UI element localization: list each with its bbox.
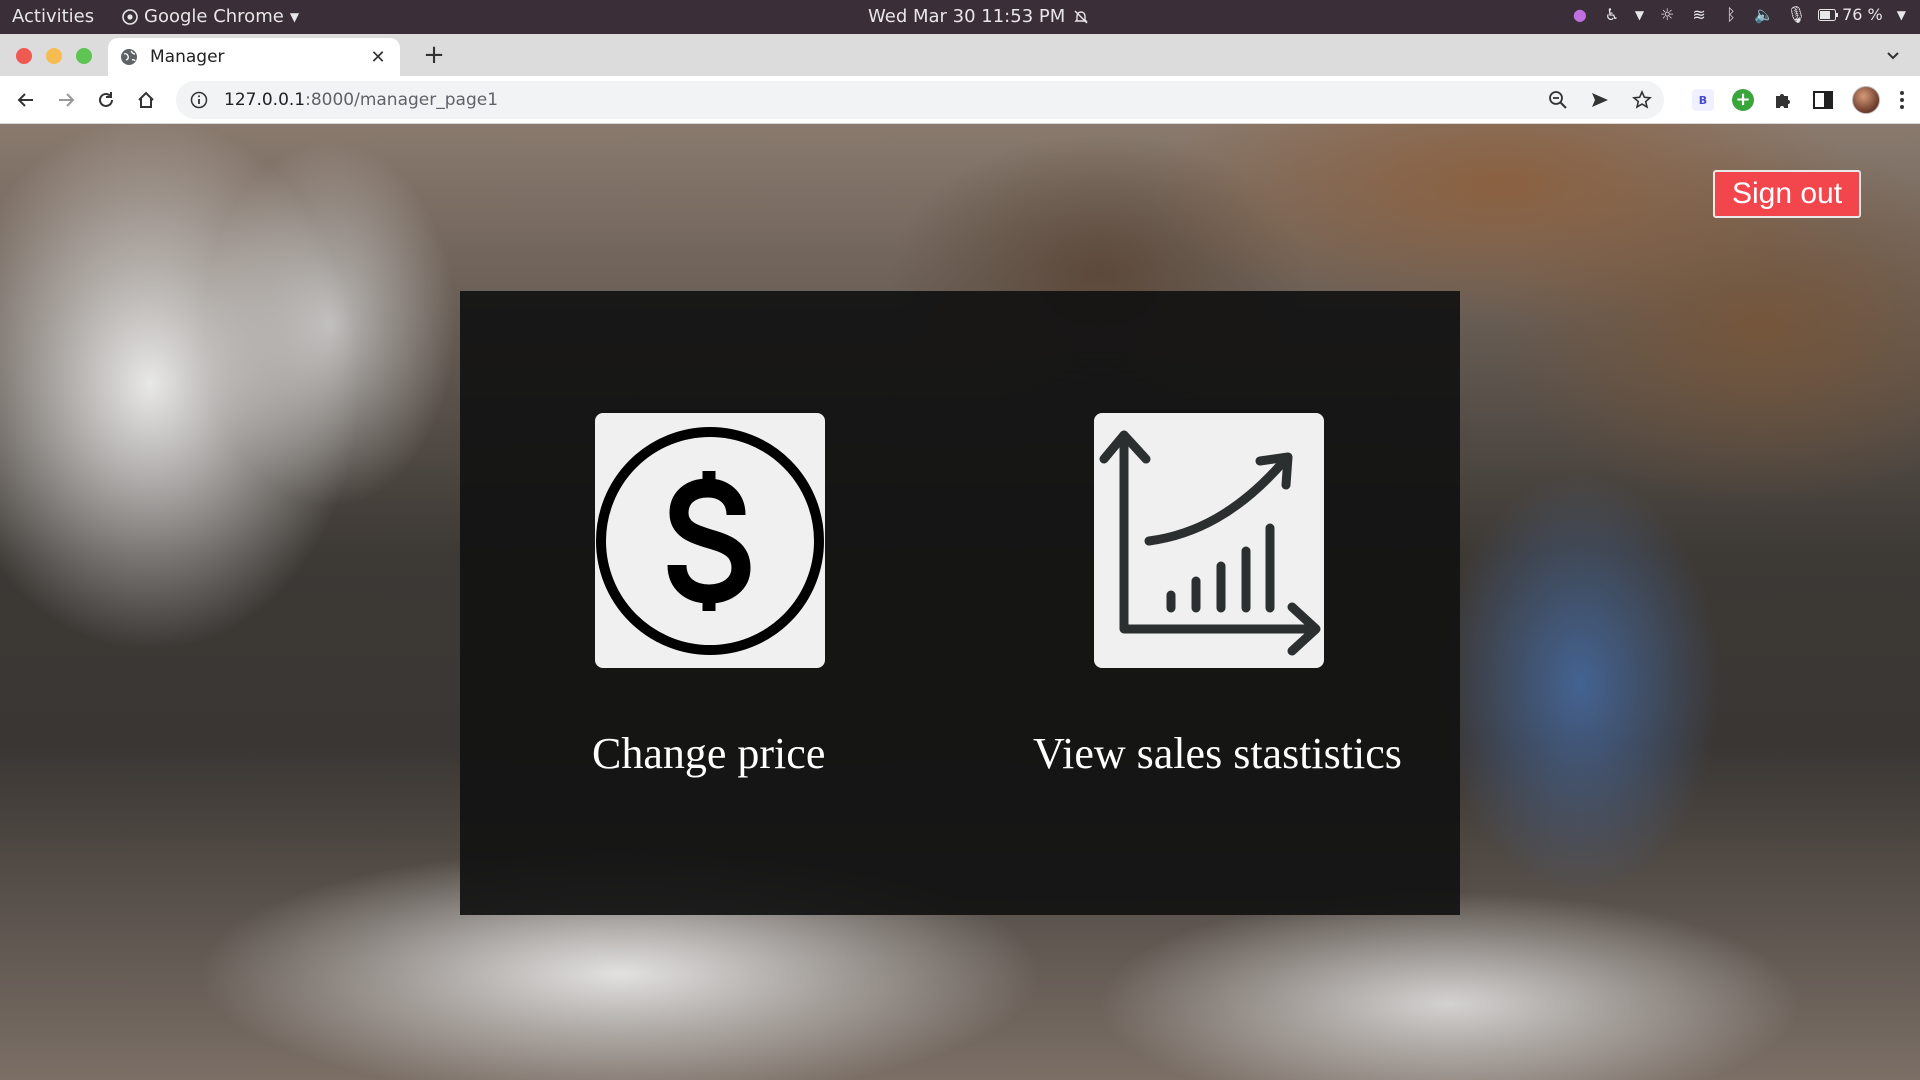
side-panel-icon[interactable]	[1812, 89, 1834, 111]
toolbar-actions: B +	[1692, 86, 1906, 114]
view-sales-statistics-link[interactable]: View sales stastistics	[1033, 728, 1402, 779]
star-icon[interactable]	[1632, 90, 1652, 110]
arrow-left-icon	[17, 93, 33, 107]
app-menu[interactable]: Google Chrome ▼	[122, 6, 299, 27]
home-icon	[138, 91, 154, 108]
chevron-down-icon: ▼	[1896, 7, 1906, 22]
view-sales-statistics-card[interactable]	[1094, 413, 1324, 668]
sign-out-button[interactable]: Sign out	[1713, 170, 1861, 218]
reload-button[interactable]	[94, 88, 118, 112]
system-top-bar: Activities Google Chrome ▼ Wed Mar 30 11…	[0, 0, 1920, 34]
chevron-down-icon: ▼	[1634, 7, 1645, 22]
tab-title: Manager	[150, 47, 225, 67]
forward-button[interactable]	[54, 88, 78, 112]
notifications-off-icon	[1074, 10, 1088, 23]
screen-share-icon: ●	[1572, 4, 1587, 24]
tab-strip: Manager ✕ +	[0, 34, 1920, 76]
profile-avatar[interactable]	[1852, 86, 1880, 114]
battery-percent: 76 %	[1842, 5, 1883, 24]
bluetooth-icon: ᛒ	[1726, 4, 1736, 24]
system-tray[interactable]: ● ♿ ▼ ☼ ≋ ᛒ 🔈 🎙 76 % ▼	[1571, 5, 1906, 24]
volume-icon: 🔈	[1754, 4, 1775, 24]
battery-icon	[1818, 8, 1839, 21]
close-window-button[interactable]	[16, 48, 32, 64]
tab-search-chevron-icon[interactable]	[1884, 46, 1902, 64]
change-price-link[interactable]: Change price	[592, 728, 825, 779]
datetime-text: Wed Mar 30 11:53 PM	[868, 6, 1066, 27]
dollar-coin-icon	[596, 427, 824, 655]
address-bar[interactable]: 127.0.0.1:8000/manager_page1	[176, 81, 1664, 119]
arrow-right-icon	[59, 93, 75, 107]
zoom-out-icon[interactable]	[1548, 90, 1568, 110]
growth-chart-icon	[1099, 430, 1321, 656]
microphone-icon: 🎙	[1786, 4, 1807, 24]
url-host: 127.0.0.1	[224, 90, 306, 110]
manager-menu-panel: Change price View sales stastistics	[460, 291, 1460, 915]
battery-indicator: 76 %	[1818, 5, 1883, 24]
activities-button[interactable]: Activities	[12, 6, 94, 27]
app-name: Google Chrome	[144, 6, 284, 27]
back-button[interactable]	[14, 88, 38, 112]
url-text: 127.0.0.1:8000/manager_page1	[224, 90, 498, 110]
change-price-card[interactable]	[595, 413, 825, 668]
chrome-icon	[122, 8, 138, 25]
url-path: :8000/manager_page1	[305, 90, 499, 110]
home-button[interactable]	[134, 88, 158, 112]
omnibox-actions	[1548, 90, 1652, 110]
extension-b-icon[interactable]: B	[1692, 89, 1714, 111]
accessibility-icon[interactable]: ♿	[1603, 5, 1621, 24]
send-icon[interactable]	[1590, 90, 1610, 110]
site-info-icon[interactable]	[190, 91, 208, 109]
page-viewport: Sign out Change price View sales stastis…	[0, 124, 1920, 1080]
browser-toolbar: 127.0.0.1:8000/manager_page1 B +	[0, 76, 1920, 124]
globe-icon	[121, 49, 137, 65]
tab-manager[interactable]: Manager ✕	[108, 38, 400, 76]
kebab-menu-icon[interactable]	[1898, 89, 1906, 111]
extension-add-icon[interactable]: +	[1732, 89, 1754, 111]
new-tab-button[interactable]: +	[420, 42, 448, 68]
clock[interactable]: Wed Mar 30 11:53 PM	[868, 6, 1089, 27]
chevron-down-icon: ▼	[289, 9, 300, 24]
reload-icon	[99, 92, 113, 107]
close-tab-icon[interactable]: ✕	[368, 47, 388, 68]
brightness-icon: ☼	[1659, 4, 1675, 24]
maximize-window-button[interactable]	[76, 48, 92, 64]
extensions-puzzle-icon[interactable]	[1772, 89, 1794, 111]
minimize-window-button[interactable]	[46, 48, 62, 64]
wifi-icon: ≋	[1692, 4, 1706, 24]
